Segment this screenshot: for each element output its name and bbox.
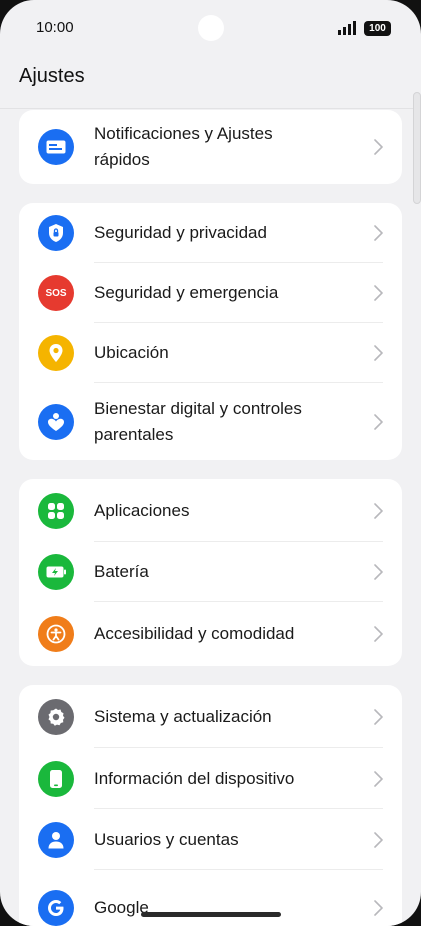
settings-item-location-pin[interactable]: Ubicación (19, 323, 402, 383)
battery-indicator: 100 (364, 21, 391, 36)
sos-icon-text: SOS (45, 287, 67, 299)
label-line-1: Accesibilidad y comodidad (94, 624, 295, 643)
page-title: Ajustes (19, 65, 85, 87)
chevron-right-icon (374, 626, 383, 642)
label-line-1: Bienestar digital y controles (94, 399, 302, 418)
phone-device-icon (38, 761, 74, 797)
label-line-2: parentales (94, 425, 174, 444)
home-indicator[interactable] (141, 912, 281, 917)
user-icon (38, 822, 74, 858)
settings-group: Notificaciones y Ajustes rápidos (19, 110, 402, 184)
label-line-1: Seguridad y emergencia (94, 283, 279, 302)
settings-item-label: Seguridad y emergencia (94, 280, 358, 306)
settings-item-battery[interactable]: Batería (19, 542, 402, 602)
label-line-1: Google (94, 898, 149, 917)
chevron-right-icon (374, 414, 383, 430)
settings-item-shield-lock[interactable]: Seguridad y privacidad (19, 203, 402, 263)
shield-lock-icon (38, 215, 74, 251)
settings-item-label: Seguridad y privacidad (94, 220, 358, 246)
label-line-1: Aplicaciones (94, 501, 190, 520)
chevron-right-icon (374, 771, 383, 787)
signal-icon (338, 21, 356, 35)
google-icon (38, 890, 74, 926)
notification-panel-icon (38, 129, 74, 165)
gear-icon (38, 699, 74, 735)
chevron-right-icon (374, 832, 383, 848)
label-line-1: Información del dispositivo (94, 769, 295, 788)
settings-item-label: Bienestar digital y controles parentales (94, 396, 358, 448)
settings-item-label: Ubicación (94, 340, 358, 366)
chevron-right-icon (374, 564, 383, 580)
status-bar: 10:00 100 (0, 0, 421, 56)
header-divider (0, 108, 421, 109)
chevron-right-icon (374, 345, 383, 361)
settings-item-label: Notificaciones y Ajustes rápidos (94, 121, 358, 173)
settings-group: Seguridad y privacidad SOS Seguridad y eme… (19, 203, 402, 460)
chevron-right-icon (374, 285, 383, 301)
label-line-1: Batería (94, 562, 149, 581)
settings-item-notification-panel[interactable]: Notificaciones y Ajustes rápidos (19, 110, 402, 184)
chevron-right-icon (374, 139, 383, 155)
label-line-1: Notificaciones y Ajustes (94, 124, 273, 143)
settings-item-apps-grid[interactable]: Aplicaciones (19, 479, 402, 542)
camera-cutout (198, 15, 224, 41)
status-time: 10:00 (36, 19, 74, 36)
settings-group: Sistema y actualización Información del d… (19, 685, 402, 926)
settings-item-accessibility[interactable]: Accesibilidad y comodidad (19, 602, 402, 666)
chevron-right-icon (374, 225, 383, 241)
accessibility-icon (38, 616, 74, 652)
settings-item-sos[interactable]: SOS Seguridad y emergencia (19, 263, 402, 323)
settings-item-label: Sistema y actualización (94, 704, 358, 730)
settings-item-user[interactable]: Usuarios y cuentas (19, 809, 402, 870)
settings-item-google[interactable]: Google (19, 870, 402, 926)
settings-item-label: Accesibilidad y comodidad (94, 621, 358, 647)
wellbeing-heart-icon (38, 404, 74, 440)
settings-item-phone-device[interactable]: Información del dispositivo (19, 748, 402, 809)
apps-grid-icon (38, 493, 74, 529)
settings-item-gear[interactable]: Sistema y actualización (19, 685, 402, 748)
settings-item-label: Información del dispositivo (94, 766, 358, 792)
chevron-right-icon (374, 709, 383, 725)
settings-item-wellbeing-heart[interactable]: Bienestar digital y controles parentales (19, 383, 402, 460)
sos-icon: SOS (38, 275, 74, 311)
settings-group: Aplicaciones Batería Accesibilidad y comod… (19, 479, 402, 666)
settings-item-label: Usuarios y cuentas (94, 827, 358, 853)
battery-icon (38, 554, 74, 590)
phone-screen: 10:00 100 Ajustes Notificaciones y Ajust… (0, 0, 421, 926)
label-line-1: Ubicación (94, 343, 169, 362)
scrollbar-thumb[interactable] (413, 92, 421, 204)
chevron-right-icon (374, 503, 383, 519)
label-line-1: Usuarios y cuentas (94, 830, 239, 849)
chevron-right-icon (374, 900, 383, 916)
settings-item-label: Google (94, 895, 358, 921)
settings-item-label: Batería (94, 559, 358, 585)
label-line-1: Seguridad y privacidad (94, 223, 267, 242)
label-line-2: rápidos (94, 150, 150, 169)
settings-item-label: Aplicaciones (94, 498, 358, 524)
label-line-1: Sistema y actualización (94, 707, 272, 726)
location-pin-icon (38, 335, 74, 371)
